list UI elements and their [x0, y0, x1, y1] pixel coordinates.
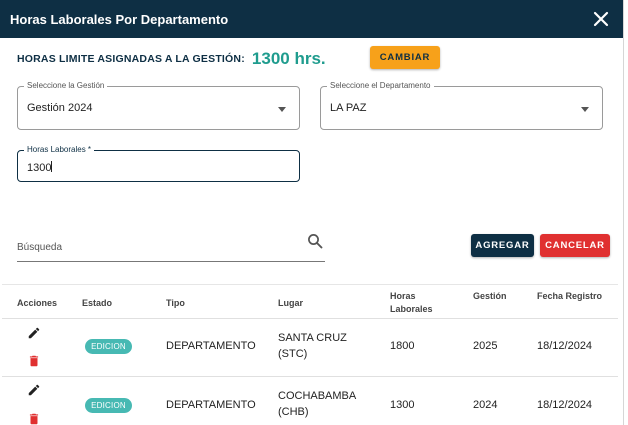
header-estado: Estado: [82, 298, 113, 308]
edit-icon[interactable]: [27, 383, 41, 397]
search-icon[interactable]: [307, 233, 323, 249]
chevron-down-icon[interactable]: [581, 107, 589, 112]
delete-icon[interactable]: [27, 412, 41, 425]
cell-gestion: 2024: [473, 399, 498, 411]
close-icon[interactable]: [592, 10, 610, 28]
table-header: Acciones Estado Tipo Lugar Horas Laborale…: [2, 285, 618, 319]
cell-lugar: COCHABAMBA (CHB): [278, 390, 357, 418]
table-row: EDICION DEPARTAMENTO SANTA CRUZ (STC) 180…: [2, 319, 618, 377]
status-badge: EDICION: [85, 398, 132, 413]
table-row: EDICION DEPARTAMENTO COCHABAMBA (CHB) 130…: [2, 377, 618, 425]
limit-value: 1300 hrs.: [251, 49, 326, 68]
delete-icon[interactable]: [27, 354, 41, 368]
search-placeholder: Búsqueda: [17, 242, 63, 253]
edit-icon[interactable]: [27, 326, 41, 340]
limit-label: HORAS LIMITE ASIGNADAS A LA GESTIÓN:: [17, 53, 245, 65]
horas-input-value[interactable]: 1300: [27, 161, 53, 174]
cell-fecha: 18/12/2024: [537, 340, 593, 352]
data-table: Acciones Estado Tipo Lugar Horas Laborale…: [2, 284, 618, 425]
gestion-select-value: Gestión 2024: [27, 102, 93, 114]
gestion-select[interactable]: Seleccione la Gestión Gestión 2024: [17, 81, 300, 130]
cell-lugar: SANTA CRUZ (STC): [278, 332, 347, 360]
horas-input[interactable]: Horas Laborales * 1300: [17, 145, 300, 182]
change-button[interactable]: CAMBIAR: [370, 46, 440, 69]
dialog: Horas Laborales Por Departamento HORAS L…: [0, 0, 624, 425]
header-acciones: Acciones: [17, 298, 58, 308]
header-fecha: Fecha Registro: [537, 291, 603, 301]
status-badge: EDICION: [85, 339, 132, 354]
limit-row: HORAS LIMITE ASIGNADAS A LA GESTIÓN: 130…: [17, 45, 326, 73]
dialog-title: Horas Laborales Por Departamento: [10, 11, 229, 27]
departamento-select-label: Seleccione el Departamento: [327, 81, 434, 90]
cell-fecha: 18/12/2024: [537, 399, 593, 411]
horas-input-label: Horas Laborales *: [24, 145, 95, 154]
cell-horas: 1300: [390, 399, 415, 411]
header-lugar: Lugar: [278, 298, 304, 308]
cancel-button[interactable]: CANCELAR: [540, 234, 610, 257]
header-tipo: Tipo: [166, 298, 185, 308]
add-button[interactable]: AGREGAR: [471, 234, 534, 257]
dialog-header: Horas Laborales Por Departamento: [0, 0, 623, 38]
cell-gestion: 2025: [473, 340, 498, 352]
cell-tipo: DEPARTAMENTO: [166, 399, 256, 411]
header-gestion: Gestión: [473, 291, 507, 301]
cell-tipo: DEPARTAMENTO: [166, 340, 256, 352]
chevron-down-icon[interactable]: [278, 107, 286, 112]
departamento-select[interactable]: Seleccione el Departamento LA PAZ: [320, 81, 603, 130]
gestion-select-label: Seleccione la Gestión: [24, 81, 108, 90]
header-horas: Horas Laborales: [390, 291, 433, 314]
departamento-select-value: LA PAZ: [330, 102, 367, 114]
search-input[interactable]: Búsqueda: [17, 230, 325, 262]
cell-horas: 1800: [390, 340, 415, 352]
